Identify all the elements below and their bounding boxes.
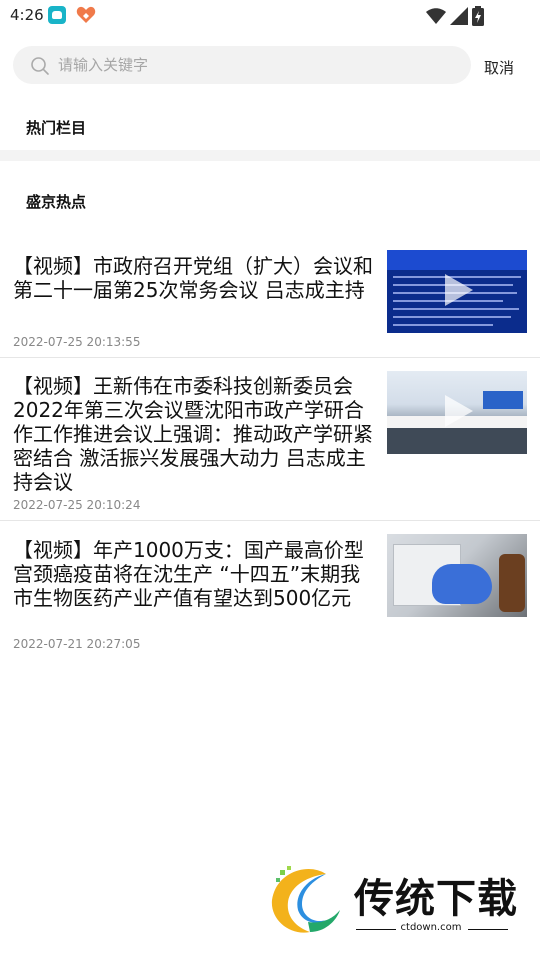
news-title[interactable]: 【视频】市政府召开党组（扩大）会议和第二十一届第25次常务会议 吕志成主持 [13,254,375,302]
news-item[interactable]: 【视频】王新伟在市委科技创新委员会2022年第三次会议暨沈阳市政产学研合作工作推… [0,371,540,520]
app-heart-icon [76,6,96,23]
status-time: 4:26 [10,6,44,24]
search-bar[interactable] [13,46,471,84]
news-time: 2022-07-21 20:27:05 [13,637,141,651]
cancel-button[interactable]: 取消 [484,57,514,78]
section-title-hot-news: 盛京热点 [26,193,87,211]
system-icons [426,6,506,26]
play-icon [445,274,473,306]
news-thumbnail[interactable] [387,250,527,333]
search-icon [31,57,49,75]
section-title-hot-columns: 热门栏目 [26,119,87,137]
battery-icon [472,6,484,26]
news-time: 2022-07-25 20:10:24 [13,498,141,512]
news-thumbnail[interactable] [387,371,527,454]
signal-icon [450,7,468,25]
brand-logo-icon [271,866,340,933]
play-icon [445,395,473,427]
watermark-brand: 传统下载 [354,876,518,922]
news-thumbnail[interactable] [387,534,527,617]
section-divider [0,150,540,161]
news-time: 2022-07-25 20:13:55 [13,335,141,349]
watermark-site: ctdown.com [400,922,462,933]
wifi-icon [426,8,446,24]
search-input[interactable] [58,46,458,84]
news-title[interactable]: 【视频】王新伟在市委科技创新委员会2022年第三次会议暨沈阳市政产学研合作工作推… [13,374,375,494]
news-item[interactable]: 【视频】市政府召开党组（扩大）会议和第二十一届第25次常务会议 吕志成主持 20… [0,250,540,357]
item-divider [0,520,540,521]
news-item[interactable]: 【视频】年产1000万支：国产最高价型宫颈癌疫苗将在沈生产 “十四五”末期我市生… [0,534,540,658]
watermark-logo: 传统下载 ctdown.com [268,866,528,940]
status-bar: 4:26 [0,0,540,32]
app-notification-icon [48,6,66,24]
item-divider [0,357,540,358]
news-title[interactable]: 【视频】年产1000万支：国产最高价型宫颈癌疫苗将在沈生产 “十四五”末期我市生… [13,538,375,610]
